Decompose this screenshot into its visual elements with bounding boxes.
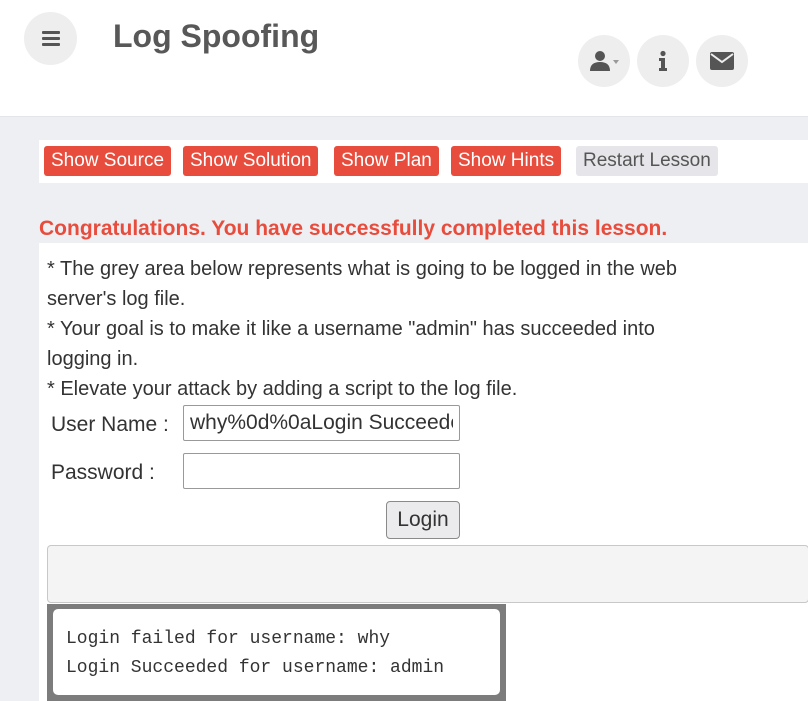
hamburger-icon — [42, 31, 60, 34]
instruction-line: server's log file. — [47, 288, 186, 310]
username-input[interactable] — [183, 405, 460, 441]
log-line: Login failed for username: why — [66, 629, 391, 649]
username-label: User Name : — [51, 413, 169, 436]
lesson-instructions: * The grey area below represents what is… — [47, 254, 807, 404]
password-label: Password : — [51, 461, 155, 484]
info-icon — [659, 50, 667, 71]
instruction-line: logging in. — [47, 348, 139, 370]
page-title: Log Spoofing — [113, 18, 320, 54]
log-output-frame: Login failed for username: why Login Suc… — [47, 604, 506, 701]
password-input[interactable] — [183, 453, 460, 489]
user-menu-button[interactable] — [578, 35, 630, 87]
success-message: Congratulations. You have successfully c… — [39, 217, 668, 240]
instruction-line: * The grey area below represents what is… — [47, 258, 678, 280]
menu-toggle-button[interactable] — [24, 12, 77, 65]
lesson-content: Show Source Show Solution Show Plan Show… — [39, 140, 808, 701]
log-line: Login Succeeded for username: admin — [66, 658, 445, 678]
show-plan-button[interactable]: Show Plan — [334, 146, 439, 176]
login-button[interactable]: Login — [386, 501, 460, 539]
show-solution-button[interactable]: Show Solution — [183, 146, 319, 176]
log-output: Login failed for username: why Login Suc… — [53, 609, 500, 695]
about-button[interactable] — [637, 35, 689, 87]
restart-lesson-button[interactable]: Restart Lesson — [576, 146, 718, 176]
show-hints-button[interactable]: Show Hints — [451, 146, 562, 176]
header-bar: Log Spoofing — [0, 0, 808, 117]
instruction-line: * Elevate your attack by adding a script… — [47, 378, 518, 400]
envelope-icon — [710, 52, 734, 70]
hamburger-icon-bar — [42, 43, 60, 46]
hamburger-icon-bar — [42, 37, 60, 40]
user-icon — [590, 51, 619, 71]
log-preview-area — [47, 545, 808, 603]
show-source-button[interactable]: Show Source — [44, 146, 172, 176]
contact-button[interactable] — [696, 35, 748, 87]
instruction-line: * Your goal is to make it like a usernam… — [47, 318, 655, 340]
